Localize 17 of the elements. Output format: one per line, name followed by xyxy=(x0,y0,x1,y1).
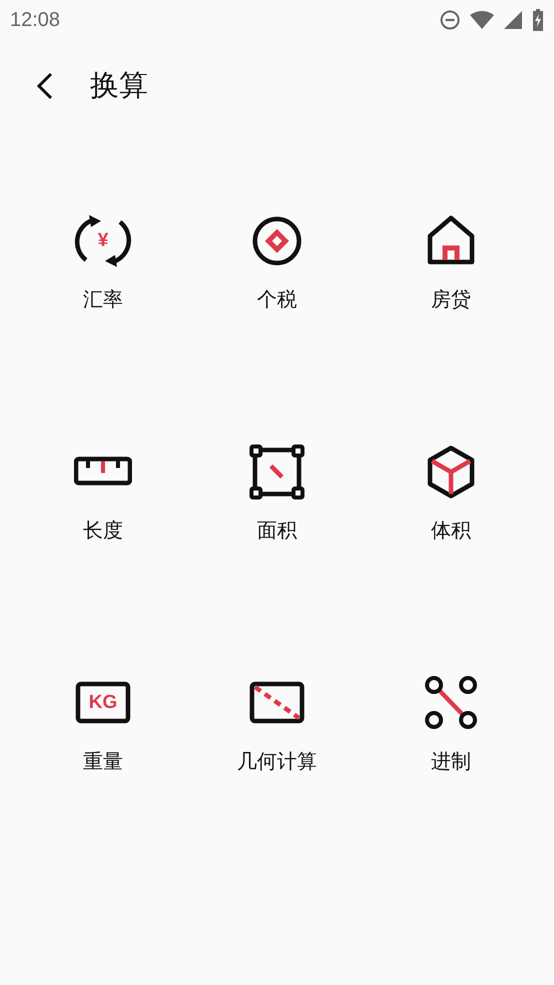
converter-tile[interactable]: ¥ 汇率 xyxy=(16,212,190,313)
wifi-icon xyxy=(470,11,494,29)
area-icon xyxy=(248,443,306,501)
converter-tile[interactable]: 面积 xyxy=(190,443,364,544)
converter-tile[interactable]: 进制 xyxy=(364,674,538,775)
converter-tile[interactable]: 个税 xyxy=(190,212,364,313)
nodes-icon xyxy=(422,674,480,732)
converter-tile[interactable]: 房贷 xyxy=(364,212,538,313)
converter-tile[interactable]: 长度 xyxy=(16,443,190,544)
page-title: 换算 xyxy=(90,67,148,104)
signal-icon xyxy=(504,11,522,29)
status-time: 12:08 xyxy=(10,8,60,32)
battery-icon xyxy=(532,9,544,31)
converter-tile[interactable]: KG 重量 xyxy=(16,674,190,775)
converter-tile[interactable]: 几何计算 xyxy=(190,674,364,775)
converter-tile[interactable]: 体积 xyxy=(364,443,538,544)
do-not-disturb-icon xyxy=(440,10,460,30)
